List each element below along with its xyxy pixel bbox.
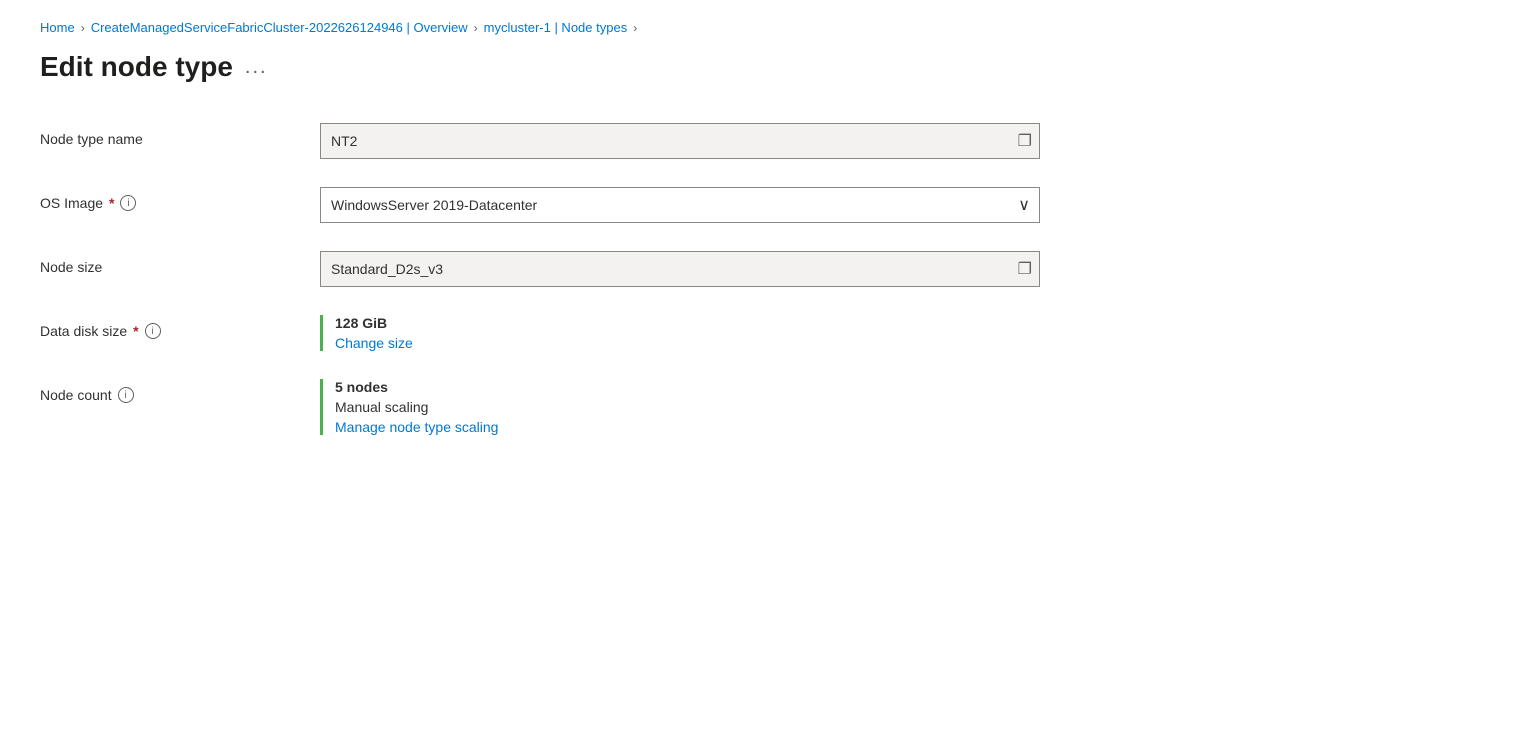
node-type-name-row: Node type name ❐ (40, 123, 1040, 159)
manage-node-type-scaling-link[interactable]: Manage node type scaling (335, 419, 1040, 435)
node-count-label: Node count i (40, 379, 320, 403)
data-disk-size-label: Data disk size * i (40, 315, 320, 339)
node-type-name-control: ❐ (320, 123, 1040, 159)
os-image-row: OS Image * i WindowsServer 2019-Datacent… (40, 187, 1040, 223)
copy-node-type-name-icon[interactable]: ❐ (1018, 131, 1032, 151)
node-count-value: 5 nodes (335, 379, 1040, 395)
breadcrumb-sep-3: › (633, 21, 637, 35)
data-disk-size-value-block: 128 GiB Change size (320, 315, 1040, 351)
os-image-info-icon[interactable]: i (120, 195, 136, 211)
node-type-name-label: Node type name (40, 123, 320, 147)
node-count-scaling-mode: Manual scaling (335, 399, 1040, 415)
breadcrumb: Home › CreateManagedServiceFabricCluster… (40, 20, 1484, 35)
breadcrumb-sep-1: › (81, 21, 85, 35)
node-count-control: 5 nodes Manual scaling Manage node type … (320, 379, 1040, 435)
node-count-row: Node count i 5 nodes Manual scaling Mana… (40, 379, 1040, 435)
node-size-row: Node size ❐ (40, 251, 1040, 287)
data-disk-size-value: 128 GiB (335, 315, 1040, 331)
node-type-name-input-wrapper: ❐ (320, 123, 1040, 159)
node-count-info-icon[interactable]: i (118, 387, 134, 403)
node-size-control: ❐ (320, 251, 1040, 287)
breadcrumb-cluster-overview[interactable]: CreateManagedServiceFabricCluster-202262… (91, 20, 468, 35)
more-options-button[interactable]: ... (245, 56, 268, 79)
node-type-name-input[interactable] (320, 123, 1040, 159)
page-title: Edit node type (40, 51, 233, 83)
breadcrumb-sep-2: › (474, 21, 478, 35)
breadcrumb-node-types[interactable]: mycluster-1 | Node types (484, 20, 628, 35)
os-image-dropdown-wrapper: WindowsServer 2019-Datacenter WindowsSer… (320, 187, 1040, 223)
node-count-value-block: 5 nodes Manual scaling Manage node type … (320, 379, 1040, 435)
data-disk-size-control: 128 GiB Change size (320, 315, 1040, 351)
data-disk-size-required: * (133, 323, 138, 339)
edit-node-type-form: Node type name ❐ OS Image * i WindowsSer… (40, 123, 1040, 435)
copy-node-size-icon[interactable]: ❐ (1018, 259, 1032, 279)
node-size-input[interactable] (320, 251, 1040, 287)
os-image-control: WindowsServer 2019-Datacenter WindowsSer… (320, 187, 1040, 223)
os-image-required: * (109, 195, 114, 211)
data-disk-size-row: Data disk size * i 128 GiB Change size (40, 315, 1040, 351)
os-image-select[interactable]: WindowsServer 2019-Datacenter WindowsSer… (320, 187, 1040, 223)
change-size-link[interactable]: Change size (335, 335, 1040, 351)
node-size-label: Node size (40, 251, 320, 275)
node-size-input-wrapper: ❐ (320, 251, 1040, 287)
data-disk-size-info-icon[interactable]: i (145, 323, 161, 339)
page-header: Edit node type ... (40, 51, 1484, 83)
os-image-label: OS Image * i (40, 187, 320, 211)
breadcrumb-home[interactable]: Home (40, 20, 75, 35)
